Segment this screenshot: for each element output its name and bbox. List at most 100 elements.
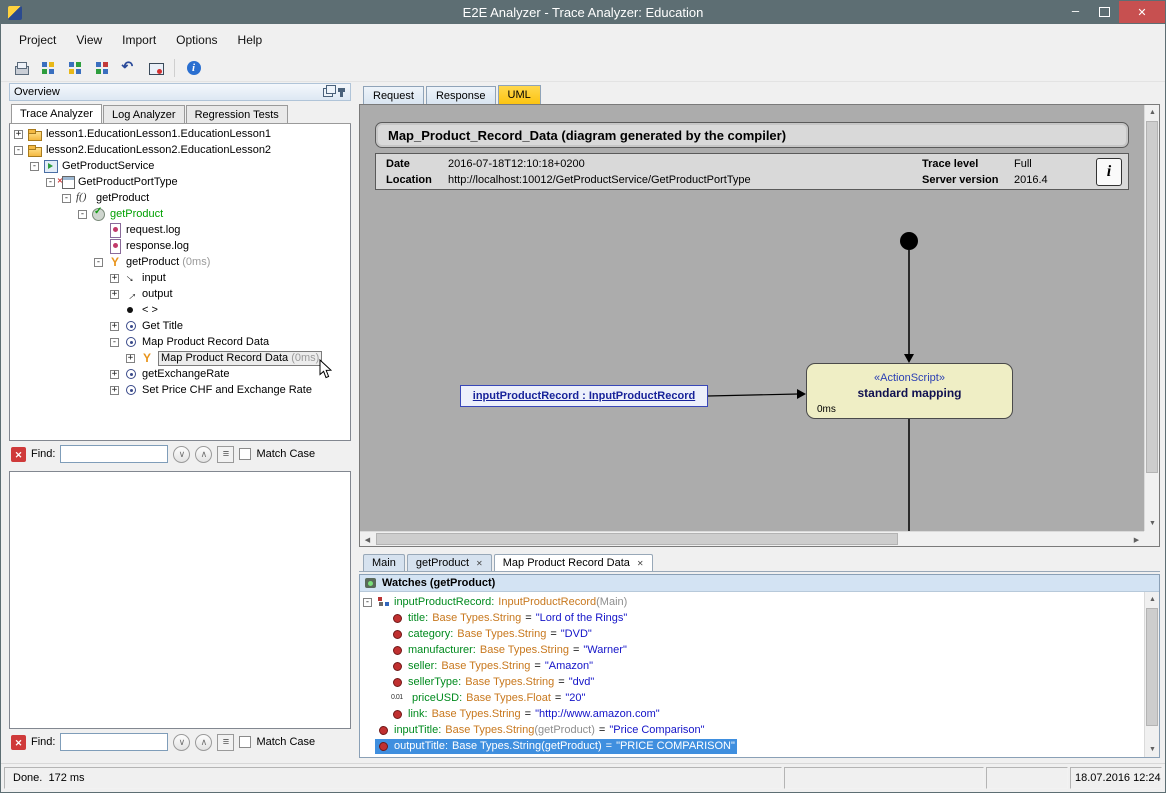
maximize-button[interactable]: [1090, 1, 1119, 23]
close-icon[interactable]: ✕: [637, 559, 644, 568]
tab-uml[interactable]: UML: [498, 85, 541, 104]
watch-item-sellertype[interactable]: sellerType:Base Types.String="dvd": [360, 674, 1144, 690]
scroll-up-icon[interactable]: [1145, 105, 1160, 120]
scrollbar-thumb[interactable]: [1146, 121, 1158, 473]
tree-item-response-log[interactable]: response.log: [10, 238, 350, 254]
toolbar-button-info[interactable]: [182, 57, 205, 79]
menu-item-help[interactable]: Help: [228, 29, 273, 51]
doc-tab-getproduct[interactable]: getProduct✕: [407, 554, 492, 571]
match-case-checkbox[interactable]: [239, 736, 251, 748]
collapse-icon[interactable]: -: [14, 146, 23, 155]
lower-panel: Find: Match Case: [9, 471, 351, 755]
tree-item-getexchangerate[interactable]: +getExchangeRate: [10, 366, 350, 382]
collapse-icon[interactable]: -: [62, 194, 71, 203]
menu-item-options[interactable]: Options: [166, 29, 227, 51]
tree-item-request-log[interactable]: request.log: [10, 222, 350, 238]
tab-log-analyzer[interactable]: Log Analyzer: [103, 105, 185, 123]
toolbar-button-undo[interactable]: [117, 57, 140, 79]
tab-response[interactable]: Response: [426, 86, 496, 104]
scroll-right-icon[interactable]: [1129, 532, 1144, 547]
tree-item-getproduct[interactable]: -getProduct: [10, 190, 350, 206]
expand-icon[interactable]: +: [110, 386, 119, 395]
clear-find-icon[interactable]: [11, 447, 26, 462]
tab-trace-analyzer[interactable]: Trace Analyzer: [11, 104, 102, 123]
uml-vertical-scrollbar[interactable]: [1144, 105, 1159, 531]
tree-item-output[interactable]: +output: [10, 286, 350, 302]
find-options-button[interactable]: [217, 734, 234, 751]
collapse-icon[interactable]: -: [78, 210, 87, 219]
watch-name: title:: [408, 612, 428, 624]
find-prev-button[interactable]: [195, 446, 212, 463]
scroll-up-icon[interactable]: [1145, 592, 1160, 607]
menu-item-import[interactable]: Import: [112, 29, 166, 51]
find-input[interactable]: [60, 733, 168, 751]
toolbar-button-screen[interactable]: [144, 57, 167, 79]
tree-item-lesson2-educationlesson2-educationlesson2[interactable]: -lesson2.EducationLesson2.EducationLesso…: [10, 142, 350, 158]
tree-item-map-product-record-data[interactable]: +Map Product Record Data (0ms): [10, 350, 350, 366]
find-prev-button[interactable]: [195, 734, 212, 751]
tree-item-getproductporttype[interactable]: -GetProductPortType: [10, 174, 350, 190]
find-options-button[interactable]: [217, 446, 234, 463]
tree-item-getproduct[interactable]: -getProduct (0ms): [10, 254, 350, 270]
initial-node[interactable]: [900, 232, 918, 250]
doc-tab-main[interactable]: Main: [363, 554, 405, 571]
minimize-button[interactable]: [1061, 1, 1090, 23]
toolbar-button-printer[interactable]: [9, 57, 32, 79]
clear-find-icon[interactable]: [11, 735, 26, 750]
watch-item-inputproductrecord[interactable]: -inputProductRecord:InputProductRecord(M…: [360, 594, 1144, 610]
tab-request[interactable]: Request: [363, 86, 424, 104]
tree-item-set-price-chf-and-exchange-rate[interactable]: +Set Price CHF and Exchange Rate: [10, 382, 350, 398]
watch-item-seller[interactable]: seller:Base Types.String="Amazon": [360, 658, 1144, 674]
doc-tab-map-product-record-data[interactable]: Map Product Record Data✕: [494, 554, 653, 571]
toolbar-button-refresh[interactable]: [90, 57, 113, 79]
tree-item-getproduct[interactable]: -getProduct: [10, 206, 350, 222]
collapse-icon[interactable]: -: [363, 598, 372, 607]
expand-icon[interactable]: +: [110, 290, 119, 299]
watch-item-inputtitle[interactable]: inputTitle:Base Types.String(getProduct)…: [360, 722, 1144, 738]
collapse-icon[interactable]: -: [46, 178, 55, 187]
watch-item-manufacturer[interactable]: manufacturer:Base Types.String="Warner": [360, 642, 1144, 658]
expand-icon[interactable]: +: [110, 274, 119, 283]
watches-scrollbar[interactable]: [1144, 592, 1159, 757]
close-icon[interactable]: ✕: [476, 559, 483, 568]
find-next-button[interactable]: [173, 446, 190, 463]
uml-horizontal-scrollbar[interactable]: [360, 531, 1144, 546]
watch-item-category[interactable]: category:Base Types.String="DVD": [360, 626, 1144, 642]
scroll-down-icon[interactable]: [1145, 742, 1160, 757]
menu-item-view[interactable]: View: [66, 29, 112, 51]
toolbar-button-import[interactable]: [63, 57, 86, 79]
pin-icon[interactable]: [340, 88, 343, 97]
tree-item-[interactable]: < >: [10, 302, 350, 318]
toolbar-button-model-tree[interactable]: [36, 57, 59, 79]
expand-icon[interactable]: +: [126, 354, 135, 363]
watch-item-outputtitle[interactable]: outputTitle:Base Types.String(getProduct…: [360, 738, 1144, 754]
tree-item-lesson1-educationlesson1-educationlesson1[interactable]: +lesson1.EducationLesson1.EducationLesso…: [10, 126, 350, 142]
find-input[interactable]: [60, 445, 168, 463]
tree-item-getproductservice[interactable]: -GetProductService: [10, 158, 350, 174]
scroll-left-icon[interactable]: [360, 532, 375, 547]
watch-item-title[interactable]: title:Base Types.String="Lord of the Rin…: [360, 610, 1144, 626]
match-case-checkbox[interactable]: [239, 448, 251, 460]
float-panel-icon[interactable]: [323, 88, 333, 97]
scrollbar-thumb[interactable]: [376, 533, 898, 545]
collapse-icon[interactable]: -: [30, 162, 39, 171]
expand-icon[interactable]: +: [110, 322, 119, 331]
expand-icon[interactable]: +: [110, 370, 119, 379]
expand-icon[interactable]: +: [14, 130, 23, 139]
collapse-icon[interactable]: -: [94, 258, 103, 267]
find-next-button[interactable]: [173, 734, 190, 751]
watch-item-priceusd[interactable]: priceUSD:Base Types.Float="20": [360, 690, 1144, 706]
object-node-inputproductrecord[interactable]: inputProductRecord : InputProductRecord: [460, 385, 708, 407]
tree-item-get-title[interactable]: +Get Title: [10, 318, 350, 334]
action-node-standard-mapping[interactable]: «ActionScript» standard mapping 0ms: [806, 363, 1013, 419]
lower-list-area[interactable]: [9, 471, 351, 729]
tree-item-input[interactable]: +input: [10, 270, 350, 286]
menu-item-project[interactable]: Project: [9, 29, 66, 51]
scrollbar-thumb[interactable]: [1146, 608, 1158, 726]
tree-item-map-product-record-data[interactable]: -Map Product Record Data: [10, 334, 350, 350]
close-button[interactable]: [1119, 1, 1165, 23]
scroll-down-icon[interactable]: [1145, 516, 1160, 531]
tab-regression-tests[interactable]: Regression Tests: [186, 105, 288, 123]
collapse-icon[interactable]: -: [110, 338, 119, 347]
watch-item-link[interactable]: link:Base Types.String="http://www.amazo…: [360, 706, 1144, 722]
